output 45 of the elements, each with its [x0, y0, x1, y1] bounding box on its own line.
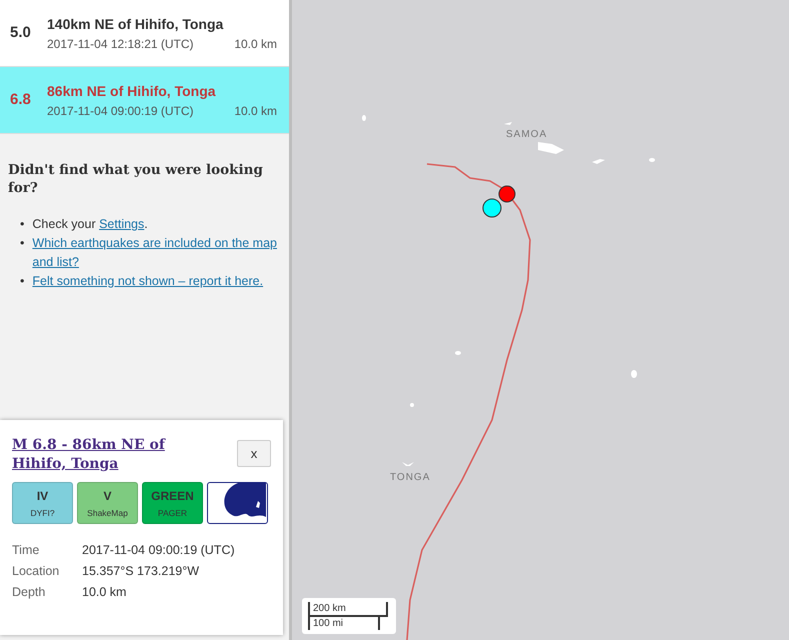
island	[410, 403, 414, 407]
summary-badge[interactable]: GREEN PAGER	[142, 482, 203, 524]
scale-label: 200 km	[308, 602, 388, 617]
island	[631, 370, 637, 378]
island	[649, 158, 655, 162]
detail-value: 15.357°S 173.219°W	[82, 562, 200, 580]
map-label: SAMOA	[506, 128, 548, 142]
event-title-link[interactable]: M 6.8 - 86km NE of Hihifo, Tonga	[12, 436, 192, 474]
bullet: •	[20, 216, 24, 234]
island	[538, 142, 564, 154]
island	[592, 159, 605, 164]
bullet: •	[20, 235, 24, 252]
summary-badge[interactable]: IV DYFI?	[12, 482, 73, 524]
close-button[interactable]: x	[237, 440, 271, 467]
event-depth: 10.0 km	[234, 102, 277, 120]
island	[504, 122, 512, 125]
detail-label: Depth	[12, 584, 46, 601]
tsunami-badge[interactable]	[207, 482, 268, 524]
island	[455, 351, 461, 355]
detail-label: Time	[12, 542, 40, 559]
island	[362, 115, 366, 121]
map-label: TONGA	[390, 471, 430, 485]
event-depth: 10.0 km	[234, 36, 277, 52]
settings-link[interactable]: Settings	[99, 215, 144, 234]
detail-value: 2017-11-04 09:00:19 (UTC)	[82, 542, 235, 559]
detail-label: Location	[12, 562, 60, 580]
island	[402, 462, 414, 466]
help-text: Check your Settings.	[32, 215, 148, 234]
earthquake-marker[interactable]	[498, 186, 516, 202]
help-link[interactable]: Felt something not shown – report it here.	[32, 272, 264, 292]
magnitude: 6.8	[10, 90, 31, 108]
event-time: 2017-11-04 09:00:19 (UTC)	[47, 102, 194, 120]
help-heading: Didn't find what you were looking for?	[8, 162, 264, 198]
event-time: 2017-11-04 12:18:21 (UTC)	[47, 36, 194, 52]
event-title: 86km NE of Hihifo, Tonga	[47, 82, 217, 101]
earthquake-marker[interactable]	[482, 198, 502, 218]
help-link[interactable]: Which earthquakes are included on the map and list?	[32, 234, 281, 272]
event-row[interactable]: 5.0 140km NE of Hihifo, Tonga 2017-11-04 12:18:21 (UTC) 10.0 km	[0, 0, 289, 67]
summary-badge[interactable]: V ShakeMap	[77, 482, 138, 524]
detail-value: 10.0 km	[82, 584, 126, 601]
event-row[interactable]: 6.8 86km NE of Hihifo, Tonga 2017-11-04 09:00:19 (UTC) 10.0 km	[0, 67, 289, 134]
magnitude: 5.0	[10, 24, 31, 41]
bullet: •	[20, 273, 24, 290]
scale-label: 100 mi	[308, 617, 380, 630]
event-title: 140km NE of Hihifo, Tonga	[47, 14, 224, 34]
